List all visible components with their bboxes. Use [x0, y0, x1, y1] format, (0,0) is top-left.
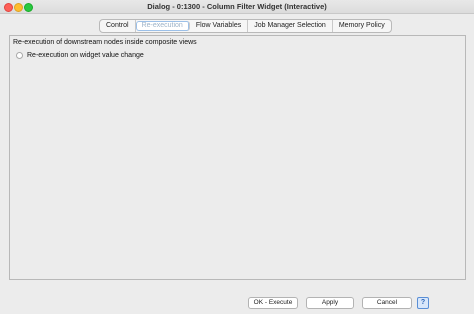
apply-button[interactable]: Apply [306, 297, 354, 309]
cancel-button[interactable]: Cancel [362, 297, 412, 309]
window-title: Dialog - 0:1300 - Column Filter Widget (… [147, 2, 327, 11]
re-execution-checkbox-label[interactable]: Re-execution on widget value change [27, 52, 144, 59]
tab-control[interactable]: Control [100, 20, 136, 32]
window-titlebar: Dialog - 0:1300 - Column Filter Widget (… [0, 0, 474, 14]
re-execution-panel: Re-execution of downstream nodes inside … [9, 35, 466, 280]
tab-job-manager-selection[interactable]: Job Manager Selection [248, 20, 333, 32]
tab-memory-policy[interactable]: Memory Policy [333, 20, 391, 32]
dialog-footer: OK - Execute Apply Cancel ? [0, 297, 474, 309]
help-icon[interactable]: ? [417, 297, 429, 309]
re-execution-checkbox[interactable] [16, 52, 23, 59]
tab-re-execution[interactable]: Re-execution [135, 21, 190, 31]
tab-flow-variables[interactable]: Flow Variables [190, 20, 249, 32]
ok-execute-button[interactable]: OK - Execute [248, 297, 298, 309]
tab-bar: Control Re-execution Flow Variables Job … [99, 19, 392, 33]
re-execution-checkbox-row[interactable]: Re-execution on widget value change [16, 52, 144, 59]
panel-heading: Re-execution of downstream nodes inside … [13, 39, 197, 46]
